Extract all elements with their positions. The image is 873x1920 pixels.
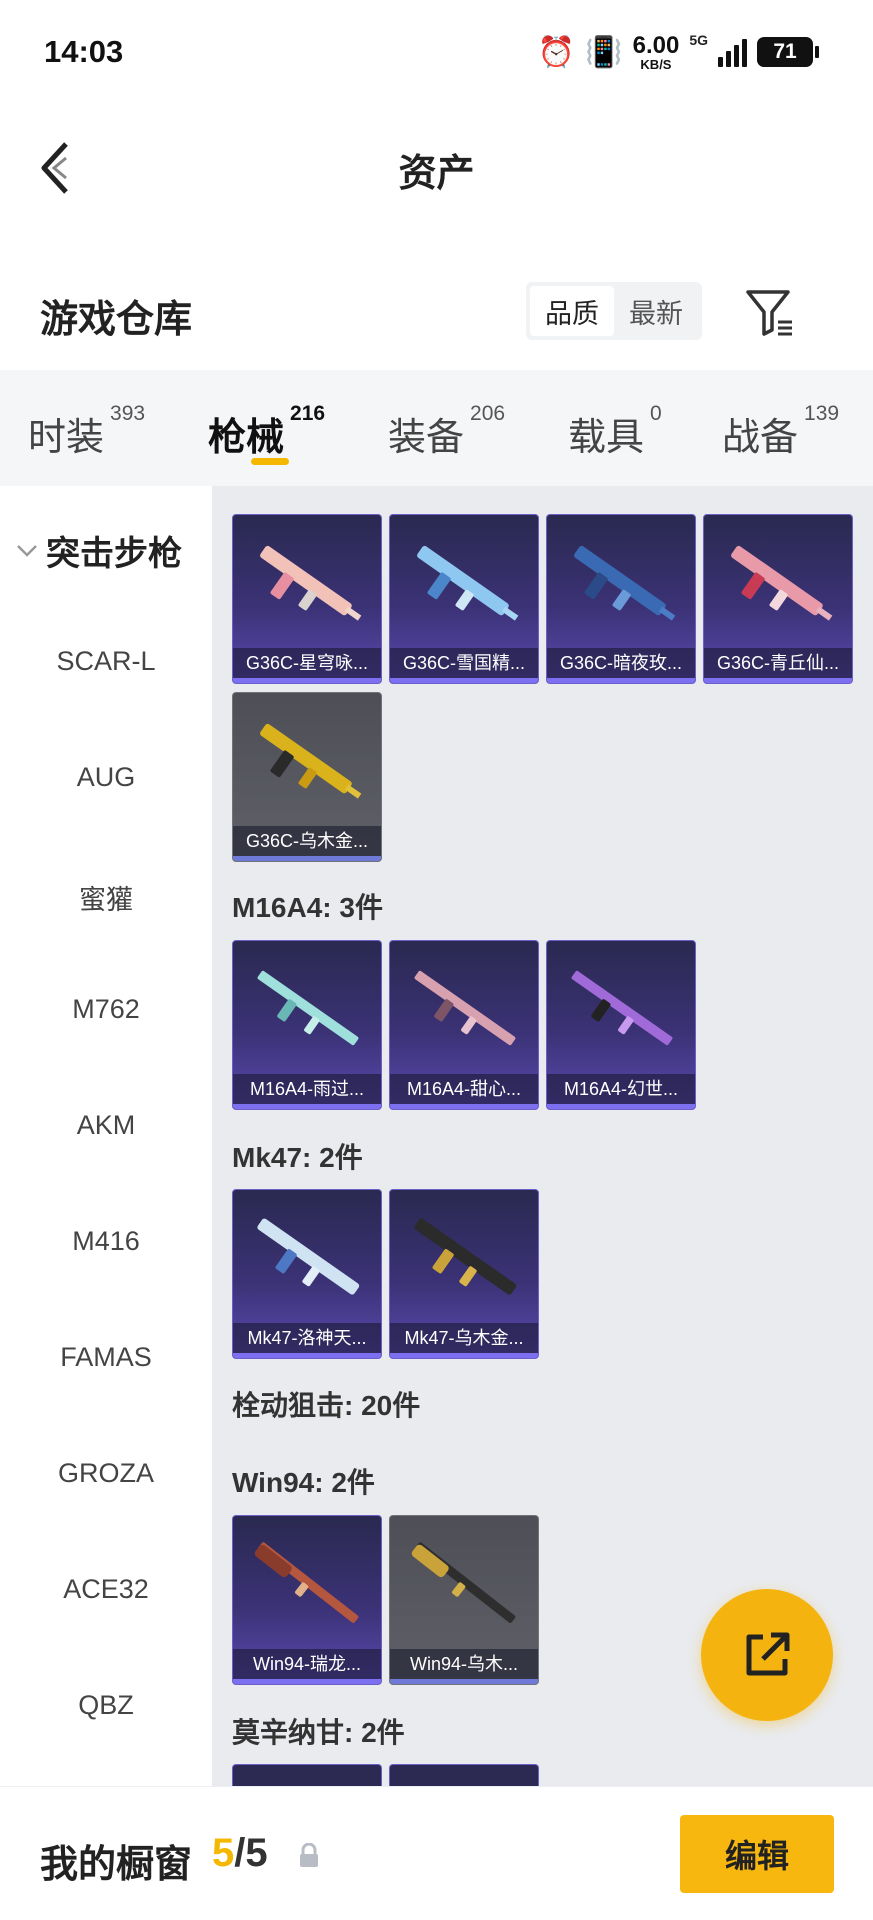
share-fab-button[interactable] bbox=[701, 1589, 833, 1721]
network-type: 5G bbox=[689, 32, 708, 48]
external-link-icon bbox=[746, 1632, 790, 1676]
skin-card[interactable]: M16A4-幻世... bbox=[546, 940, 696, 1110]
rifle-icon bbox=[254, 1542, 359, 1623]
sidebar-item-famas[interactable]: FAMAS bbox=[0, 1342, 212, 1373]
skin-card[interactable]: Mk47-乌木金... bbox=[389, 1189, 539, 1359]
skin-card[interactable]: G36C-青丘仙... bbox=[703, 514, 853, 684]
sidebar-item-aug[interactable]: AUG bbox=[0, 762, 212, 793]
page-title: 资产 bbox=[398, 153, 475, 195]
lock-icon bbox=[300, 1843, 318, 1867]
sort-newest-button[interactable]: 最新 bbox=[614, 286, 698, 336]
showcase-title: 我的橱窗 bbox=[40, 1844, 193, 1886]
skin-name: Win94-乌木... bbox=[390, 1649, 538, 1679]
skin-card[interactable]: G36C-雪国精... bbox=[389, 514, 539, 684]
section-label-mosin: 莫辛纳甘: 2件 bbox=[232, 1717, 405, 1748]
section-label-win94: Win94: 2件 bbox=[232, 1467, 375, 1498]
warehouse-bar: 游戏仓库 品质 最新 bbox=[0, 270, 873, 370]
skin-card[interactable]: M16A4-甜心... bbox=[389, 940, 539, 1110]
skin-name: G36C-乌木金... bbox=[233, 826, 381, 856]
sidebar-item-scar-l[interactable]: SCAR-L bbox=[0, 646, 212, 677]
sidebar-item-ace32[interactable]: ACE32 bbox=[0, 1574, 212, 1605]
weapon-sidebar: 突击步枪 SCAR-L AUG 蜜獾 M762 AKM M416 FAMAS G… bbox=[0, 486, 212, 1786]
tab-fashion[interactable]: 时装 393 bbox=[28, 402, 145, 461]
tab-equipment[interactable]: 装备 206 bbox=[388, 402, 505, 461]
skin-name: M16A4-甜心... bbox=[390, 1074, 538, 1104]
rifle-icon bbox=[257, 1218, 360, 1295]
tab-guns[interactable]: 枪械 216 bbox=[208, 402, 325, 461]
chevron-down-icon bbox=[17, 544, 37, 557]
section-label-mk47: Mk47: 2件 bbox=[232, 1142, 363, 1173]
skin-card-partial[interactable] bbox=[389, 1764, 539, 1786]
filter-icon bbox=[746, 290, 792, 336]
rifle-icon bbox=[571, 970, 673, 1046]
alarm-icon: ⏰ bbox=[537, 35, 576, 69]
sidebar-item-m762[interactable]: M762 bbox=[0, 994, 212, 1025]
showcase-bar: 我的橱窗 5/5 编辑 bbox=[0, 1786, 873, 1920]
tab-battle-gear[interactable]: 战备 139 bbox=[722, 402, 839, 461]
skin-name: G36C-雪国精... bbox=[390, 648, 538, 678]
status-bar: 14:03 ⏰ 📳 6.00 KB/S 5G 71 bbox=[0, 0, 873, 100]
section-label-m16a4: M16A4: 3件 bbox=[232, 892, 383, 923]
skin-name: Mk47-洛神天... bbox=[233, 1323, 381, 1353]
net-speed: 6.00 KB/S bbox=[632, 31, 680, 72]
warehouse-title: 游戏仓库 bbox=[40, 299, 193, 341]
battery-icon: 71 bbox=[757, 37, 819, 67]
sidebar-item-honey-badger[interactable]: 蜜獾 bbox=[0, 878, 212, 917]
skin-card-partial[interactable] bbox=[232, 1764, 382, 1786]
skin-name: Mk47-乌木金... bbox=[390, 1323, 538, 1353]
rifle-icon bbox=[260, 723, 362, 799]
tab-vehicles[interactable]: 载具 0 bbox=[568, 402, 662, 461]
skin-name: Win94-瑞龙... bbox=[233, 1649, 381, 1679]
status-icons: ⏰ 📳 6.00 KB/S 5G 71 bbox=[537, 30, 819, 74]
rifle-icon bbox=[414, 970, 516, 1046]
skin-name: G36C-青丘仙... bbox=[704, 648, 852, 678]
skin-name: M16A4-幻世... bbox=[547, 1074, 695, 1104]
status-time: 14:03 bbox=[44, 34, 124, 69]
filter-button[interactable] bbox=[744, 286, 796, 338]
category-tabs: 时装 393 枪械 216 装备 206 载具 0 战备 139 bbox=[0, 370, 873, 486]
section-label-bolt-action: 栓动狙击: 20件 bbox=[232, 1390, 421, 1421]
edit-button[interactable]: 编辑 bbox=[680, 1815, 834, 1893]
app-header: 资产 bbox=[0, 100, 873, 230]
skin-card[interactable]: M16A4-雨过... bbox=[232, 940, 382, 1110]
signal-icon bbox=[718, 37, 747, 67]
skin-name: M16A4-雨过... bbox=[233, 1074, 381, 1104]
rifle-icon bbox=[417, 545, 519, 621]
rifle-icon bbox=[731, 545, 833, 621]
skin-card[interactable]: Mk47-洛神天... bbox=[232, 1189, 382, 1359]
rifle-icon bbox=[411, 1542, 516, 1623]
skin-card[interactable]: G36C-星穹咏... bbox=[232, 514, 382, 684]
active-tab-indicator bbox=[251, 458, 289, 465]
rifle-icon bbox=[260, 545, 362, 621]
sidebar-item-groza[interactable]: GROZA bbox=[0, 1458, 212, 1489]
rifle-icon bbox=[574, 545, 676, 621]
skin-card[interactable]: G36C-乌木金... bbox=[232, 692, 382, 862]
sort-toggle: 品质 最新 bbox=[526, 282, 702, 340]
sidebar-item-m416[interactable]: M416 bbox=[0, 1226, 212, 1257]
rifle-icon bbox=[414, 1218, 517, 1295]
showcase-count: 5/5 bbox=[212, 1831, 268, 1875]
sort-quality-button[interactable]: 品质 bbox=[530, 286, 614, 336]
skin-name: G36C-星穹咏... bbox=[233, 648, 381, 678]
skin-card[interactable]: G36C-暗夜玫... bbox=[546, 514, 696, 684]
sidebar-item-qbz[interactable]: QBZ bbox=[0, 1690, 212, 1721]
rifle-icon bbox=[257, 970, 359, 1046]
skin-card[interactable]: Win94-乌木... bbox=[389, 1515, 539, 1685]
skin-card[interactable]: Win94-瑞龙... bbox=[232, 1515, 382, 1685]
sidebar-item-akm[interactable]: AKM bbox=[0, 1110, 212, 1141]
skin-name: G36C-暗夜玫... bbox=[547, 648, 695, 678]
sidebar-category-header[interactable]: 突击步枪 bbox=[16, 526, 182, 575]
vibrate-icon: 📳 bbox=[585, 35, 623, 69]
